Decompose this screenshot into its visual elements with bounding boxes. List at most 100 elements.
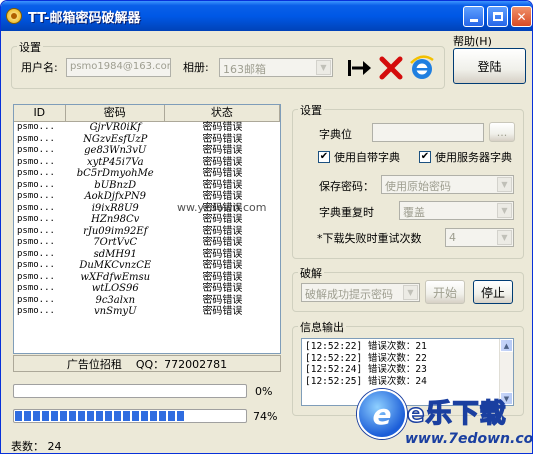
start-button[interactable]: 开始 [425, 280, 465, 304]
table-cell-status: 密码错误 [202, 179, 243, 191]
table-cell-status: 密码错误 [202, 283, 243, 294]
mailbox-select[interactable]: 163邮箱 ▼ [219, 58, 333, 77]
dict-browse-button[interactable]: ... [489, 122, 515, 142]
table-cell-id: psmo... [17, 191, 55, 201]
checkbox-checked-icon: ✔ [318, 151, 330, 163]
table-row[interactable]: psmo... wtLOS96 密码错误 [14, 283, 280, 295]
maximize-button[interactable] [487, 6, 508, 27]
table-row[interactable]: psmo... NGzvEsfUzP 密码错误 [14, 134, 280, 146]
table-row[interactable]: psmo... sdMH91 密码错误 [14, 249, 280, 261]
help-menu[interactable]: 帮助(H) [453, 33, 492, 49]
chevron-down-icon: ▼ [316, 60, 331, 75]
column-header-status[interactable]: 状态 [165, 105, 280, 121]
chevron-down-icon: ▼ [497, 177, 512, 192]
login-button[interactable]: 登陆 [453, 48, 526, 84]
dict-repeat-select[interactable]: 覆盖 ▼ [399, 201, 514, 220]
close-icon: ✕ [516, 9, 527, 24]
table-cell-status: 密码错误 [202, 248, 243, 260]
table-cell-password: GjrVR0iKf [89, 122, 141, 133]
import-button[interactable] [345, 53, 375, 83]
dict-label: 字典位 [319, 128, 352, 141]
table-row[interactable]: psmo... bC5rDmyohMe 密码错误 [14, 168, 280, 180]
table-cell-status: 密码错误 [202, 133, 243, 145]
chevron-down-icon: ▼ [497, 230, 512, 245]
table-cell-id: psmo... [17, 248, 55, 259]
table-row[interactable]: psmo... DuMKCvnzCE 密码错误 [14, 260, 280, 272]
table-row[interactable]: psmo... ge83Wn3vU 密码错误 [14, 145, 280, 157]
table-cell-id: psmo... [17, 260, 55, 270]
table-cell-status: 密码错误 [202, 271, 243, 283]
save-password-value: 使用原始密码 [385, 180, 451, 193]
table-cell-password: AokDjfxPN9 [84, 191, 147, 202]
table-row[interactable]: psmo... rJu09im92Ef 密码错误 [14, 226, 280, 238]
minimize-button[interactable] [463, 6, 484, 27]
table-cell-id: psmo... [17, 202, 55, 213]
progress-bar-total [13, 409, 247, 423]
album-label: 相册: [183, 61, 209, 74]
delete-icon [379, 56, 403, 80]
dict-input[interactable] [372, 123, 484, 142]
table-row[interactable]: psmo... xytP45i7Va 密码错误 [14, 157, 280, 169]
arrow-right-icon [348, 60, 371, 76]
table-row[interactable]: psmo... 7OrtVvC 密码错误 [14, 237, 280, 249]
table-cell-status: 密码错误 [202, 214, 243, 225]
use-builtin-dict-checkbox[interactable]: ✔ 使用自带字典 [318, 149, 400, 165]
table-cell-id: psmo... [17, 145, 55, 155]
table-cell-password: 9c3alxn [95, 294, 136, 306]
checkbox-checked-icon: ✔ [419, 151, 431, 163]
internet-explorer-icon [410, 55, 434, 79]
scroll-up-icon[interactable]: ▲ [500, 339, 513, 352]
table-row[interactable]: psmo... GjrVR0iKf 密码错误 [14, 122, 280, 134]
table-cell-password: ge83Wn3vU [84, 145, 147, 156]
count-status: 表数： 24 [11, 440, 62, 453]
username-input[interactable]: psmo1984@163.com [66, 58, 171, 77]
app-icon [6, 8, 22, 24]
table-cell-password: sdMH91 [93, 248, 137, 260]
table-cell-password: i9ixR8U9 [91, 202, 139, 214]
save-password-label: 保存密码： [319, 180, 374, 193]
progress-label-current: 0% [255, 385, 273, 398]
table-cell-id: psmo... [17, 133, 55, 144]
table-cell-status: 密码错误 [202, 260, 243, 271]
table-cell-status: 密码错误 [202, 145, 243, 156]
table-cell-password: DuMKCvnzCE [79, 260, 152, 271]
watermark: e e乐下载 www.7edown.com [357, 385, 532, 453]
table-row[interactable]: psmo... 9c3alxn 密码错误 [14, 295, 280, 307]
column-header-id[interactable]: ID [14, 105, 66, 121]
use-builtin-dict-label: 使用自带字典 [334, 151, 400, 164]
table-cell-password: vnSmyU [94, 306, 137, 317]
column-header-password[interactable]: 密码 [66, 105, 165, 121]
retry-select[interactable]: 4 ▼ [445, 228, 514, 247]
log-line: [12:52:22] 错误次数：21 [305, 341, 427, 352]
table-row[interactable]: psmo... bUBnzD 密码错误 [14, 180, 280, 192]
title-bar[interactable]: TT-邮箱密码破解器 ✕ [1, 1, 532, 31]
crack-mode-select[interactable]: 破解成功提示密码 ▼ [301, 283, 420, 302]
table-row[interactable]: psmo... HZn98Cv 密码错误 [14, 214, 280, 226]
browser-button[interactable] [407, 53, 437, 83]
ad-bar[interactable]: 广告位招租 QQ：772002781 [13, 355, 281, 372]
table-body: psmo... GjrVR0iKf 密码错误 psmo... NGzvEsfUzP 密码错… [14, 122, 280, 318]
use-server-dict-checkbox[interactable]: ✔ 使用服务器字典 [419, 149, 512, 165]
retry-value: 4 [449, 231, 456, 244]
log-label: 信息输出 [298, 319, 346, 335]
clear-button[interactable] [376, 53, 406, 83]
table-cell-status: 密码错误 [202, 294, 243, 306]
save-password-select[interactable]: 使用原始密码 ▼ [381, 175, 514, 194]
table-cell-id: psmo... [17, 271, 55, 282]
log-line: [12:52:22] 错误次数：22 [305, 352, 427, 364]
table-cell-status: 密码错误 [202, 156, 243, 168]
table-cell-id: psmo... [17, 156, 55, 167]
table-row[interactable]: psmo... wXFdfwEmsu 密码错误 [14, 272, 280, 284]
dict-repeat-value: 覆盖 [403, 206, 425, 219]
table-cell-status: 密码错误 [202, 237, 243, 248]
retry-label: *下载失败时重试次数 [317, 232, 422, 245]
table-row[interactable]: psmo... vnSmyU 密码错误 [14, 306, 280, 318]
mailbox-select-value: 163邮箱 [223, 63, 266, 76]
table-cell-password: wtLOS96 [91, 283, 139, 294]
log-line: [12:52:24] 错误次数：23 [305, 364, 427, 375]
stop-button[interactable]: 停止 [473, 280, 513, 304]
progress-label-total: 74% [253, 410, 278, 423]
close-button[interactable]: ✕ [511, 6, 532, 27]
password-table[interactable]: ID 密码 状态 psmo... GjrVR0iKf 密码错误 psmo... NGzv… [13, 104, 281, 354]
crack-mode-value: 破解成功提示密码 [305, 288, 393, 301]
